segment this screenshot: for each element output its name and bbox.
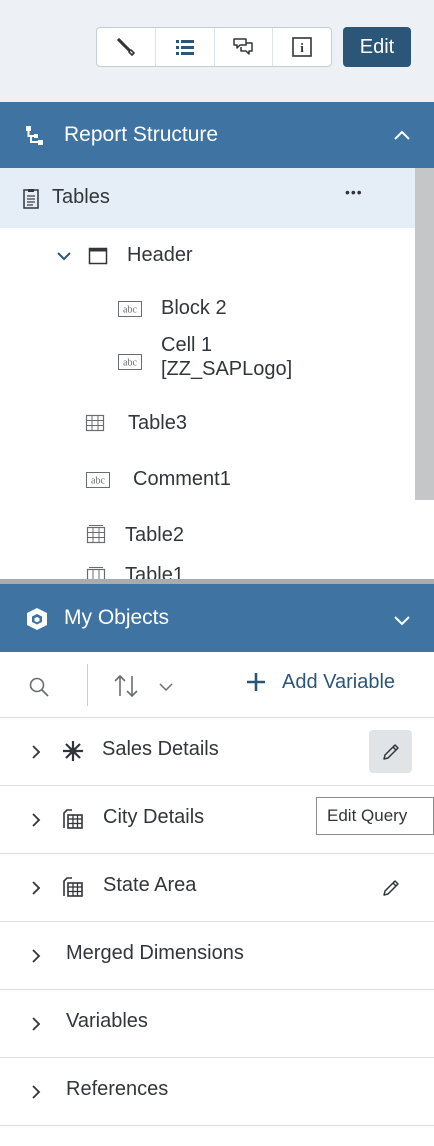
tree-item-header[interactable]: Header xyxy=(0,228,415,284)
pencil-icon xyxy=(382,879,399,896)
svg-text:i: i xyxy=(300,40,304,55)
my-objects-header[interactable]: My Objects xyxy=(0,584,434,652)
dataprovider-icon xyxy=(63,809,83,829)
toolbar-separator xyxy=(87,664,88,706)
tree-item-table3[interactable]: Table3 xyxy=(0,396,415,452)
object-row-state-area[interactable]: State Area xyxy=(0,854,434,922)
info-icon: i xyxy=(292,37,312,57)
object-row-label: References xyxy=(66,1078,169,1100)
object-row-variables[interactable]: Variables xyxy=(0,990,434,1058)
table-icon xyxy=(85,414,105,432)
tree-item-label: Tables xyxy=(52,186,110,208)
text-cell-icon: abc xyxy=(86,472,110,488)
report-structure-title: Report Structure xyxy=(64,123,219,146)
tree-item-label: Comment1 xyxy=(133,468,231,490)
chevron-right-icon[interactable] xyxy=(30,1016,42,1032)
tree-item-block-2[interactable]: abc Block 2 xyxy=(0,284,415,330)
chevron-right-icon[interactable] xyxy=(30,812,42,828)
chevron-down-icon[interactable] xyxy=(56,248,72,264)
tree-item-label: Cell 1 xyxy=(161,334,213,356)
tree-item-tables[interactable]: Tables ••• xyxy=(0,168,415,228)
object-row-label: State Area xyxy=(103,874,197,896)
wrench-icon xyxy=(117,38,135,56)
tree-item-label: Table3 xyxy=(128,412,187,434)
chevron-right-icon[interactable] xyxy=(30,1084,42,1100)
sort-icon[interactable] xyxy=(112,673,142,699)
list-button[interactable] xyxy=(156,28,215,66)
tree-item-cell-1[interactable]: abc Cell 1 [ZZ_SAPLogo] xyxy=(0,330,415,396)
toolbar-button-group: i xyxy=(96,27,332,67)
tree-item-label-line2: [ZZ_SAPLogo] xyxy=(161,358,293,380)
chevron-right-icon[interactable] xyxy=(30,744,42,760)
tree-item-comment1[interactable]: abc Comment1 xyxy=(0,452,415,508)
tree-item-label: Block 2 xyxy=(161,297,227,319)
info-button[interactable]: i xyxy=(273,28,331,66)
text-cell-icon: abc xyxy=(118,301,142,317)
svg-text:abc: abc xyxy=(91,476,105,487)
tree-item-label: Header xyxy=(127,244,193,266)
document-icon xyxy=(23,189,39,209)
object-row-merged-dimensions[interactable]: Merged Dimensions xyxy=(0,922,434,990)
edit-query-button[interactable] xyxy=(369,730,412,773)
search-icon[interactable] xyxy=(28,676,50,698)
svg-text:abc: abc xyxy=(123,358,137,369)
tree-item-table1[interactable]: Table1 xyxy=(0,564,415,580)
comment-button[interactable] xyxy=(215,28,274,66)
dataprovider-icon xyxy=(63,877,83,897)
chevron-down-icon[interactable] xyxy=(158,681,174,693)
pencil-icon xyxy=(382,743,399,760)
chevron-down-icon[interactable] xyxy=(392,610,412,630)
add-variable-button[interactable]: Add Variable xyxy=(244,670,395,694)
chevron-right-icon[interactable] xyxy=(30,948,42,964)
object-row-sales-details[interactable]: Sales Details xyxy=(0,718,434,786)
add-variable-label: Add Variable xyxy=(282,670,396,693)
object-row-label: Variables xyxy=(66,1010,148,1032)
comment-icon xyxy=(233,38,254,55)
chevron-right-icon[interactable] xyxy=(30,880,42,896)
object-row-label: Merged Dimensions xyxy=(66,942,244,964)
object-row-label: City Details xyxy=(103,806,205,828)
my-objects-toolbar: Add Variable xyxy=(0,652,434,718)
chevron-up-icon[interactable] xyxy=(392,126,412,146)
tree-item-table2[interactable]: Table2 xyxy=(0,508,415,564)
report-structure-header[interactable]: Report Structure xyxy=(0,102,434,168)
top-toolbar: i Edit xyxy=(0,0,434,102)
svg-text:abc: abc xyxy=(123,305,137,316)
tree-scrollbar[interactable] xyxy=(415,168,434,500)
tree-item-label: Table1 xyxy=(125,564,184,580)
object-row-references[interactable]: References xyxy=(0,1058,434,1126)
more-options-button[interactable]: ••• xyxy=(345,184,363,200)
edit-button[interactable]: Edit xyxy=(343,27,411,67)
tree-item-label: Table2 xyxy=(125,524,184,546)
edit-query-tooltip: Edit Query xyxy=(316,797,434,835)
text-cell-icon: abc xyxy=(118,354,142,370)
plus-icon xyxy=(247,673,265,691)
table-icon xyxy=(86,525,106,544)
cube-icon xyxy=(27,608,47,630)
universe-icon xyxy=(63,741,83,761)
report-structure-tree: Tables ••• Header abc Block 2 abc Cell 1… xyxy=(0,168,434,580)
wrench-button[interactable] xyxy=(97,28,156,66)
window-icon xyxy=(88,247,108,265)
my-objects-title: My Objects xyxy=(64,606,170,629)
list-icon xyxy=(175,40,194,55)
hierarchy-icon xyxy=(26,126,43,145)
table-icon xyxy=(86,567,106,580)
edit-query-button[interactable] xyxy=(369,866,412,909)
object-row-label: Sales Details xyxy=(102,738,219,760)
